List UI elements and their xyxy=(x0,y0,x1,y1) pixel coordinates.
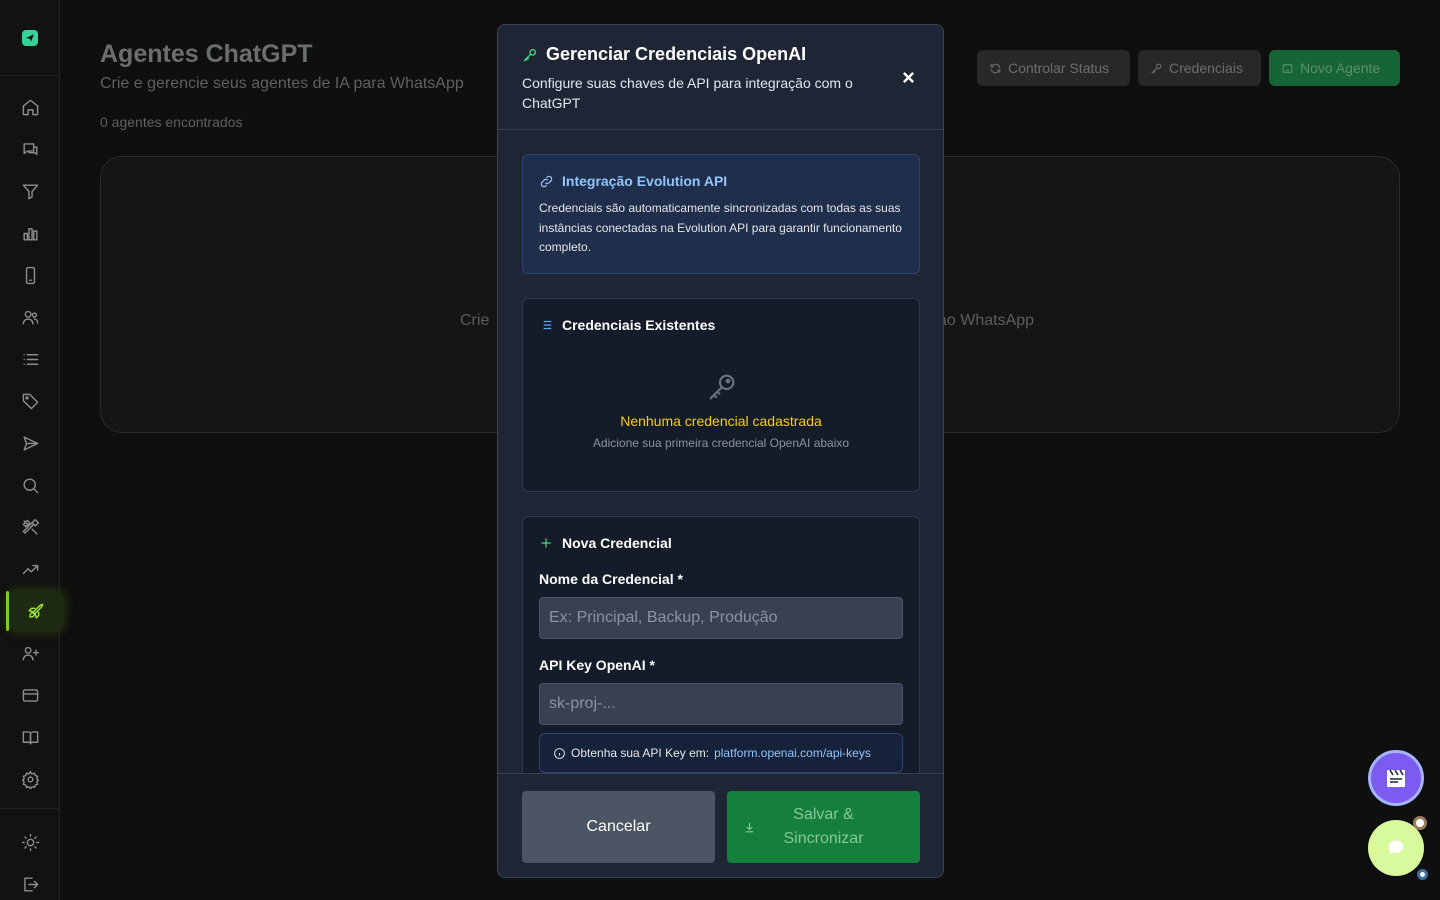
download-icon xyxy=(745,823,754,833)
clapperboard-icon xyxy=(1387,769,1405,787)
no-credentials-title: Nenhuma credencial cadastrada xyxy=(620,413,822,429)
existing-credentials-title: Credenciais Existentes xyxy=(539,317,715,333)
modal-footer: Cancelar Salvar & Sincronizar xyxy=(498,773,943,877)
api-key-input[interactable] xyxy=(539,683,903,725)
openai-api-keys-link[interactable]: platform.openai.com/api-keys xyxy=(714,746,871,760)
empty-key-icon xyxy=(706,371,738,403)
info-title-text: Integração Evolution API xyxy=(562,173,728,189)
credentials-modal: Gerenciar Credenciais OpenAI Configure s… xyxy=(497,24,944,878)
close-button[interactable] xyxy=(900,69,916,85)
credential-name-label: Nome da Credencial * xyxy=(539,571,683,587)
modal-body[interactable]: Integração Evolution API Credenciais são… xyxy=(498,130,943,773)
modal-title-text: Gerenciar Credenciais OpenAI xyxy=(546,44,807,64)
existing-credentials-section: Credenciais Existentes Nenhuma credencia… xyxy=(522,298,920,492)
notification-dot xyxy=(1413,816,1427,830)
existing-credentials-title-text: Credenciais Existentes xyxy=(562,317,716,333)
video-tutorial-button[interactable] xyxy=(1368,750,1424,806)
plus-icon xyxy=(541,538,551,548)
new-credential-section: Nova Credencial Nome da Credencial * API… xyxy=(522,516,920,773)
new-credential-title-text: Nova Credencial xyxy=(562,535,672,551)
save-sync-label: Salvar & Sincronizar xyxy=(783,806,864,847)
info-title: Integração Evolution API xyxy=(539,173,727,189)
modal-title: Gerenciar Credenciais OpenAI xyxy=(522,44,806,65)
cancel-button[interactable]: Cancelar xyxy=(522,791,715,863)
no-credentials-subtitle: Adicione sua primeira credencial OpenAI … xyxy=(592,436,850,450)
close-icon xyxy=(902,71,914,83)
api-key-hint: Obtenha sua API Key em: platform.openai.… xyxy=(539,733,903,773)
new-credential-title: Nova Credencial xyxy=(539,535,672,551)
save-sync-button[interactable]: Salvar & Sincronizar xyxy=(727,791,920,863)
api-key-label: API Key OpenAI * xyxy=(539,657,655,673)
status-dot xyxy=(1417,869,1428,880)
chat-bubble-icon xyxy=(1388,840,1404,855)
list-icon xyxy=(541,320,552,330)
integration-info-box: Integração Evolution API Credenciais são… xyxy=(522,154,920,274)
key-icon xyxy=(523,48,536,61)
modal-description: Configure suas chaves de API para integr… xyxy=(522,75,853,111)
credential-name-input[interactable] xyxy=(539,597,903,639)
api-key-hint-text: Obtenha sua API Key em: xyxy=(571,746,710,760)
link-icon xyxy=(540,175,553,187)
info-icon xyxy=(554,747,565,759)
modal-header: Gerenciar Credenciais OpenAI Configure s… xyxy=(498,25,943,130)
info-text: Credenciais são automaticamente sincroni… xyxy=(539,201,902,254)
